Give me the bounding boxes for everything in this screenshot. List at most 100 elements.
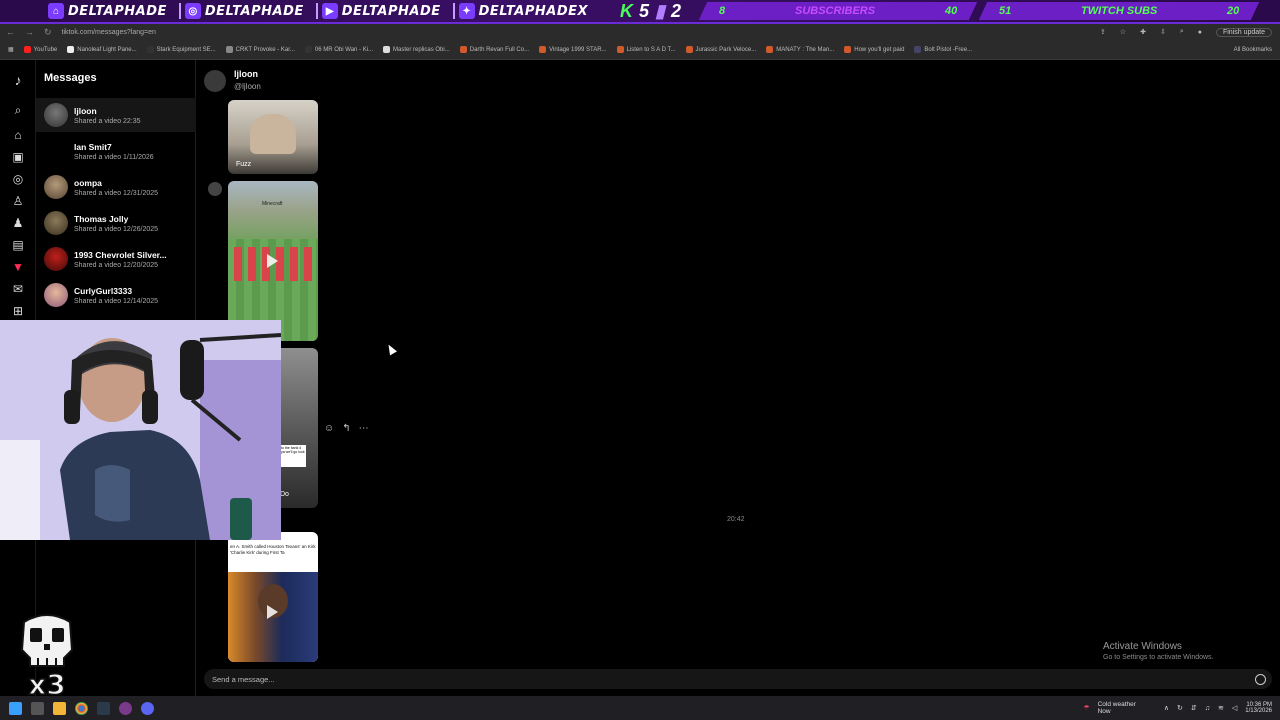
star-icon[interactable]: ☆ bbox=[1120, 28, 1126, 36]
bookmark-item[interactable]: Jurassic Park Veloce... bbox=[685, 46, 756, 53]
address-bar[interactable]: tiktok.com/messages?lang=en bbox=[62, 29, 156, 36]
conversation-item[interactable]: oompa Shared a video 12/31/2025 bbox=[36, 170, 196, 204]
play-icon[interactable] bbox=[267, 605, 278, 619]
wifi-icon[interactable]: ≋ bbox=[1218, 704, 1224, 712]
conversation-item[interactable]: CurlyGurl3333 Shared a video 12/14/2025 bbox=[36, 278, 196, 312]
twitch-icon: ⌂ bbox=[48, 3, 64, 19]
conversation-name: 1993 Chevrolet Silver... bbox=[74, 249, 167, 260]
avatar bbox=[208, 182, 222, 196]
bookmark-icon bbox=[539, 46, 547, 53]
bookmark-icon bbox=[225, 46, 233, 53]
search-icon[interactable]: ⌕ bbox=[10, 102, 26, 118]
following-icon[interactable]: ♙ bbox=[10, 193, 26, 209]
message-input[interactable]: Send a message... bbox=[212, 675, 275, 684]
conversation-item[interactable]: Ian Smit7 Shared a video 1/11/2026 bbox=[36, 134, 196, 168]
forward-icon[interactable]: → bbox=[25, 27, 34, 38]
browser-nav: ← → ↻ bbox=[6, 27, 52, 38]
weather-widget[interactable]: Cold weather Now bbox=[1098, 701, 1136, 715]
microphone-icon[interactable]: ♫ bbox=[1205, 705, 1210, 712]
explore-icon[interactable]: ◎ bbox=[10, 171, 26, 187]
subscribers-label: SUBSCRIBERS bbox=[794, 5, 875, 17]
twitch-subs-current: 51 bbox=[998, 5, 1012, 17]
social-handle-instagram: ◎ DELTAPHADE bbox=[184, 3, 304, 19]
play-icon[interactable] bbox=[267, 254, 278, 268]
all-bookmarks[interactable]: All Bookmarks bbox=[1234, 47, 1272, 53]
divider bbox=[178, 3, 181, 19]
conversation-name: Thomas Jolly bbox=[74, 213, 129, 224]
react-icon[interactable]: ☺ bbox=[324, 423, 334, 434]
conversation-name: CurlyGurl3333 bbox=[74, 285, 133, 296]
clock[interactable]: 10:36 PM 1/13/2026 bbox=[1245, 702, 1272, 714]
chat-contact-name[interactable]: ljloon bbox=[234, 69, 258, 79]
bookmark-icon bbox=[459, 46, 467, 53]
bookmark-icon bbox=[304, 46, 312, 53]
activate-subtitle: Go to Settings to activate Windows. bbox=[1103, 654, 1214, 661]
bookmarks-bar: ▦ YouTube Nanoleaf Light Pane... Stark E… bbox=[0, 40, 1280, 60]
bookmark-item[interactable]: Listen to S A D T... bbox=[616, 46, 676, 53]
conversation-item[interactable]: Thomas Jolly Shared a video 12/26/2025 bbox=[36, 206, 196, 240]
network-icon[interactable]: ⇵ bbox=[1191, 704, 1197, 712]
reply-icon[interactable]: ↰ bbox=[342, 423, 350, 434]
back-icon[interactable]: ← bbox=[6, 27, 15, 38]
volume-icon[interactable]: ◁ bbox=[1232, 704, 1237, 712]
more-icon[interactable]: ⋯ bbox=[359, 423, 369, 434]
shop-icon[interactable]: ▣ bbox=[10, 149, 26, 165]
sync-icon[interactable]: ↻ bbox=[1177, 704, 1183, 712]
bookmark-item[interactable]: CRKT Provoke - Kar... bbox=[225, 46, 295, 53]
bookmark-item[interactable]: Darth Revan Full Co... bbox=[459, 46, 529, 53]
windows-taskbar: ☂ Cold weather Now ∧ ↻ ⇵ ♫ ≋ ◁ 10:36 PM … bbox=[0, 696, 1280, 720]
shared-video-card[interactable]: Fuzz bbox=[228, 100, 318, 174]
profile-icon[interactable]: ● bbox=[1198, 29, 1202, 36]
social-handle-youtube: ▶ DELTAPHADE bbox=[321, 3, 441, 19]
instagram-icon: ◎ bbox=[184, 3, 201, 19]
home-icon[interactable]: ⌂ bbox=[10, 127, 26, 143]
avatar[interactable] bbox=[204, 70, 226, 92]
upload-icon[interactable]: ▼ bbox=[10, 259, 26, 275]
windows-start-icon[interactable] bbox=[9, 701, 22, 715]
clock-date: 1/13/2026 bbox=[1245, 708, 1272, 714]
search-icon[interactable]: ⌕ bbox=[1180, 28, 1184, 36]
reload-icon[interactable]: ↻ bbox=[44, 27, 52, 38]
bookmark-item[interactable]: How you'll get paid bbox=[844, 46, 904, 53]
bookmark-icon bbox=[146, 46, 154, 53]
shared-video-card[interactable]: Minecraft bbox=[228, 181, 318, 341]
apps-icon[interactable]: ▦ bbox=[8, 46, 14, 53]
update-button[interactable]: Finish update bbox=[1215, 27, 1272, 37]
share-icon[interactable]: ⇪ bbox=[1100, 28, 1106, 36]
download-icon[interactable]: ⇩ bbox=[1160, 28, 1166, 36]
discord-icon[interactable] bbox=[141, 701, 154, 715]
stream-overlay-banner: ⌂ DELTAPHADE ◎ DELTAPHADE ▶ DELTAPHADE ✦… bbox=[0, 0, 1280, 24]
conversation-item[interactable]: 1993 Chevrolet Silver... Shared a video 1… bbox=[36, 242, 196, 276]
live-icon[interactable]: ▤ bbox=[10, 237, 26, 253]
task-view-icon[interactable] bbox=[31, 701, 44, 715]
chrome-icon[interactable] bbox=[75, 701, 88, 715]
conversation-item[interactable]: ljloon Shared a video 22:35 bbox=[36, 98, 196, 132]
friends-icon[interactable]: ♟ bbox=[10, 215, 26, 231]
chevron-up-icon[interactable]: ∧ bbox=[1164, 704, 1169, 712]
bookmark-item[interactable]: Bolt Pistol -Free... bbox=[914, 46, 972, 53]
chat-contact-handle: @ljloon bbox=[234, 82, 261, 91]
obs-icon[interactable] bbox=[119, 701, 132, 715]
shared-video-card[interactable]: en A. Smith called Houston Texans' an Ki… bbox=[228, 532, 318, 662]
bookmark-item[interactable]: Stark Equipment SE... bbox=[146, 46, 216, 53]
bookmark-item[interactable]: YouTube bbox=[23, 46, 57, 53]
more-icon[interactable]: ⊞ bbox=[10, 303, 26, 319]
tiktok-logo-icon[interactable]: ♪ bbox=[10, 72, 26, 88]
bookmark-item[interactable]: MANATY : The Man... bbox=[766, 46, 834, 53]
video-headline: en A. Smith called Houston Texans' an Ki… bbox=[230, 544, 316, 555]
inbox-icon[interactable]: ✉ bbox=[10, 281, 26, 297]
bookmark-item[interactable]: Master replicas Obi... bbox=[383, 46, 450, 53]
emoji-icon[interactable] bbox=[1255, 673, 1266, 685]
conversation-subtitle: Shared a video 12/14/2025 bbox=[74, 297, 159, 305]
twitter-icon: ✦ bbox=[458, 3, 475, 19]
bookmark-item[interactable]: Vintage 1999 STAR... bbox=[539, 46, 607, 53]
file-explorer-icon[interactable] bbox=[53, 701, 66, 715]
bookmark-item[interactable]: 06 MR Obi Wan - Ki... bbox=[304, 46, 373, 53]
conversation-subtitle: Shared a video 22:35 bbox=[74, 117, 141, 125]
avatar bbox=[44, 283, 68, 307]
twitch-count: 2 bbox=[670, 0, 681, 21]
steam-icon[interactable] bbox=[97, 701, 110, 715]
extensions-icon[interactable]: ✚ bbox=[1140, 28, 1146, 36]
avatar bbox=[44, 211, 68, 235]
bookmark-item[interactable]: Nanoleaf Light Pane... bbox=[67, 46, 137, 53]
